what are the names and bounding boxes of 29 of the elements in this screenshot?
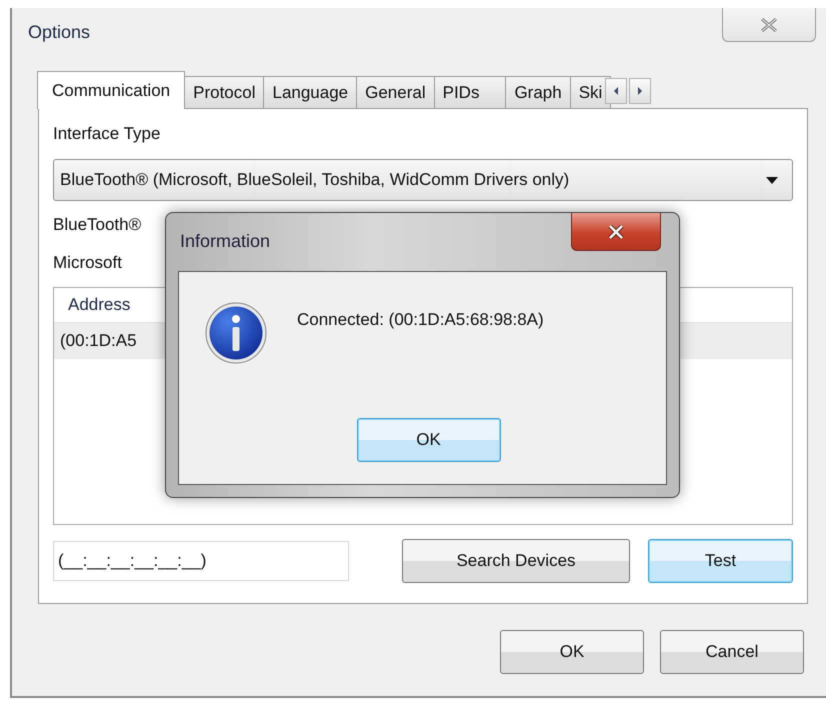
tab[interactable]: Communication <box>37 71 186 109</box>
address-input-field[interactable]: (__:__:__:__:__:__) <box>53 541 349 581</box>
field-label: Interface Type <box>53 123 160 145</box>
ok-button[interactable]: OK <box>356 418 500 462</box>
panel-button[interactable]: Test <box>648 539 793 583</box>
close-icon <box>606 224 626 238</box>
info-icon <box>205 302 267 364</box>
tab[interactable]: Graph <box>505 76 571 108</box>
message-text: Connected: (00:1D:A5:68:98:8A) <box>297 310 544 330</box>
label-text: Microsoft <box>53 252 122 274</box>
scroll-right-button[interactable] <box>629 78 652 104</box>
tab[interactable]: PIDs <box>434 76 506 108</box>
dialog-button[interactable]: Cancel <box>660 630 804 674</box>
dropdown-arrow-icon <box>766 176 778 184</box>
close-button[interactable] <box>571 213 661 251</box>
message-box-title: Information <box>180 231 270 253</box>
right-arrow-icon <box>637 87 644 95</box>
interface-type-dropdown[interactable]: BlueTooth® (Microsoft, BlueSoleil, Toshiba, WidComm Drivers only) <box>53 159 793 201</box>
label-text: BlueTooth® <box>53 214 142 236</box>
dialog-button[interactable]: OK <box>500 630 644 674</box>
window-title: Options <box>28 22 90 43</box>
tab[interactable]: Protocol <box>184 76 264 108</box>
left-arrow-icon <box>613 87 620 95</box>
tab[interactable]: Language <box>263 76 358 108</box>
panel-button[interactable]: Search Devices <box>402 539 630 583</box>
column-header[interactable]: Address <box>54 288 168 322</box>
tab[interactable]: General <box>356 76 435 108</box>
close-icon <box>760 18 778 32</box>
scroll-left-button[interactable] <box>605 78 628 104</box>
